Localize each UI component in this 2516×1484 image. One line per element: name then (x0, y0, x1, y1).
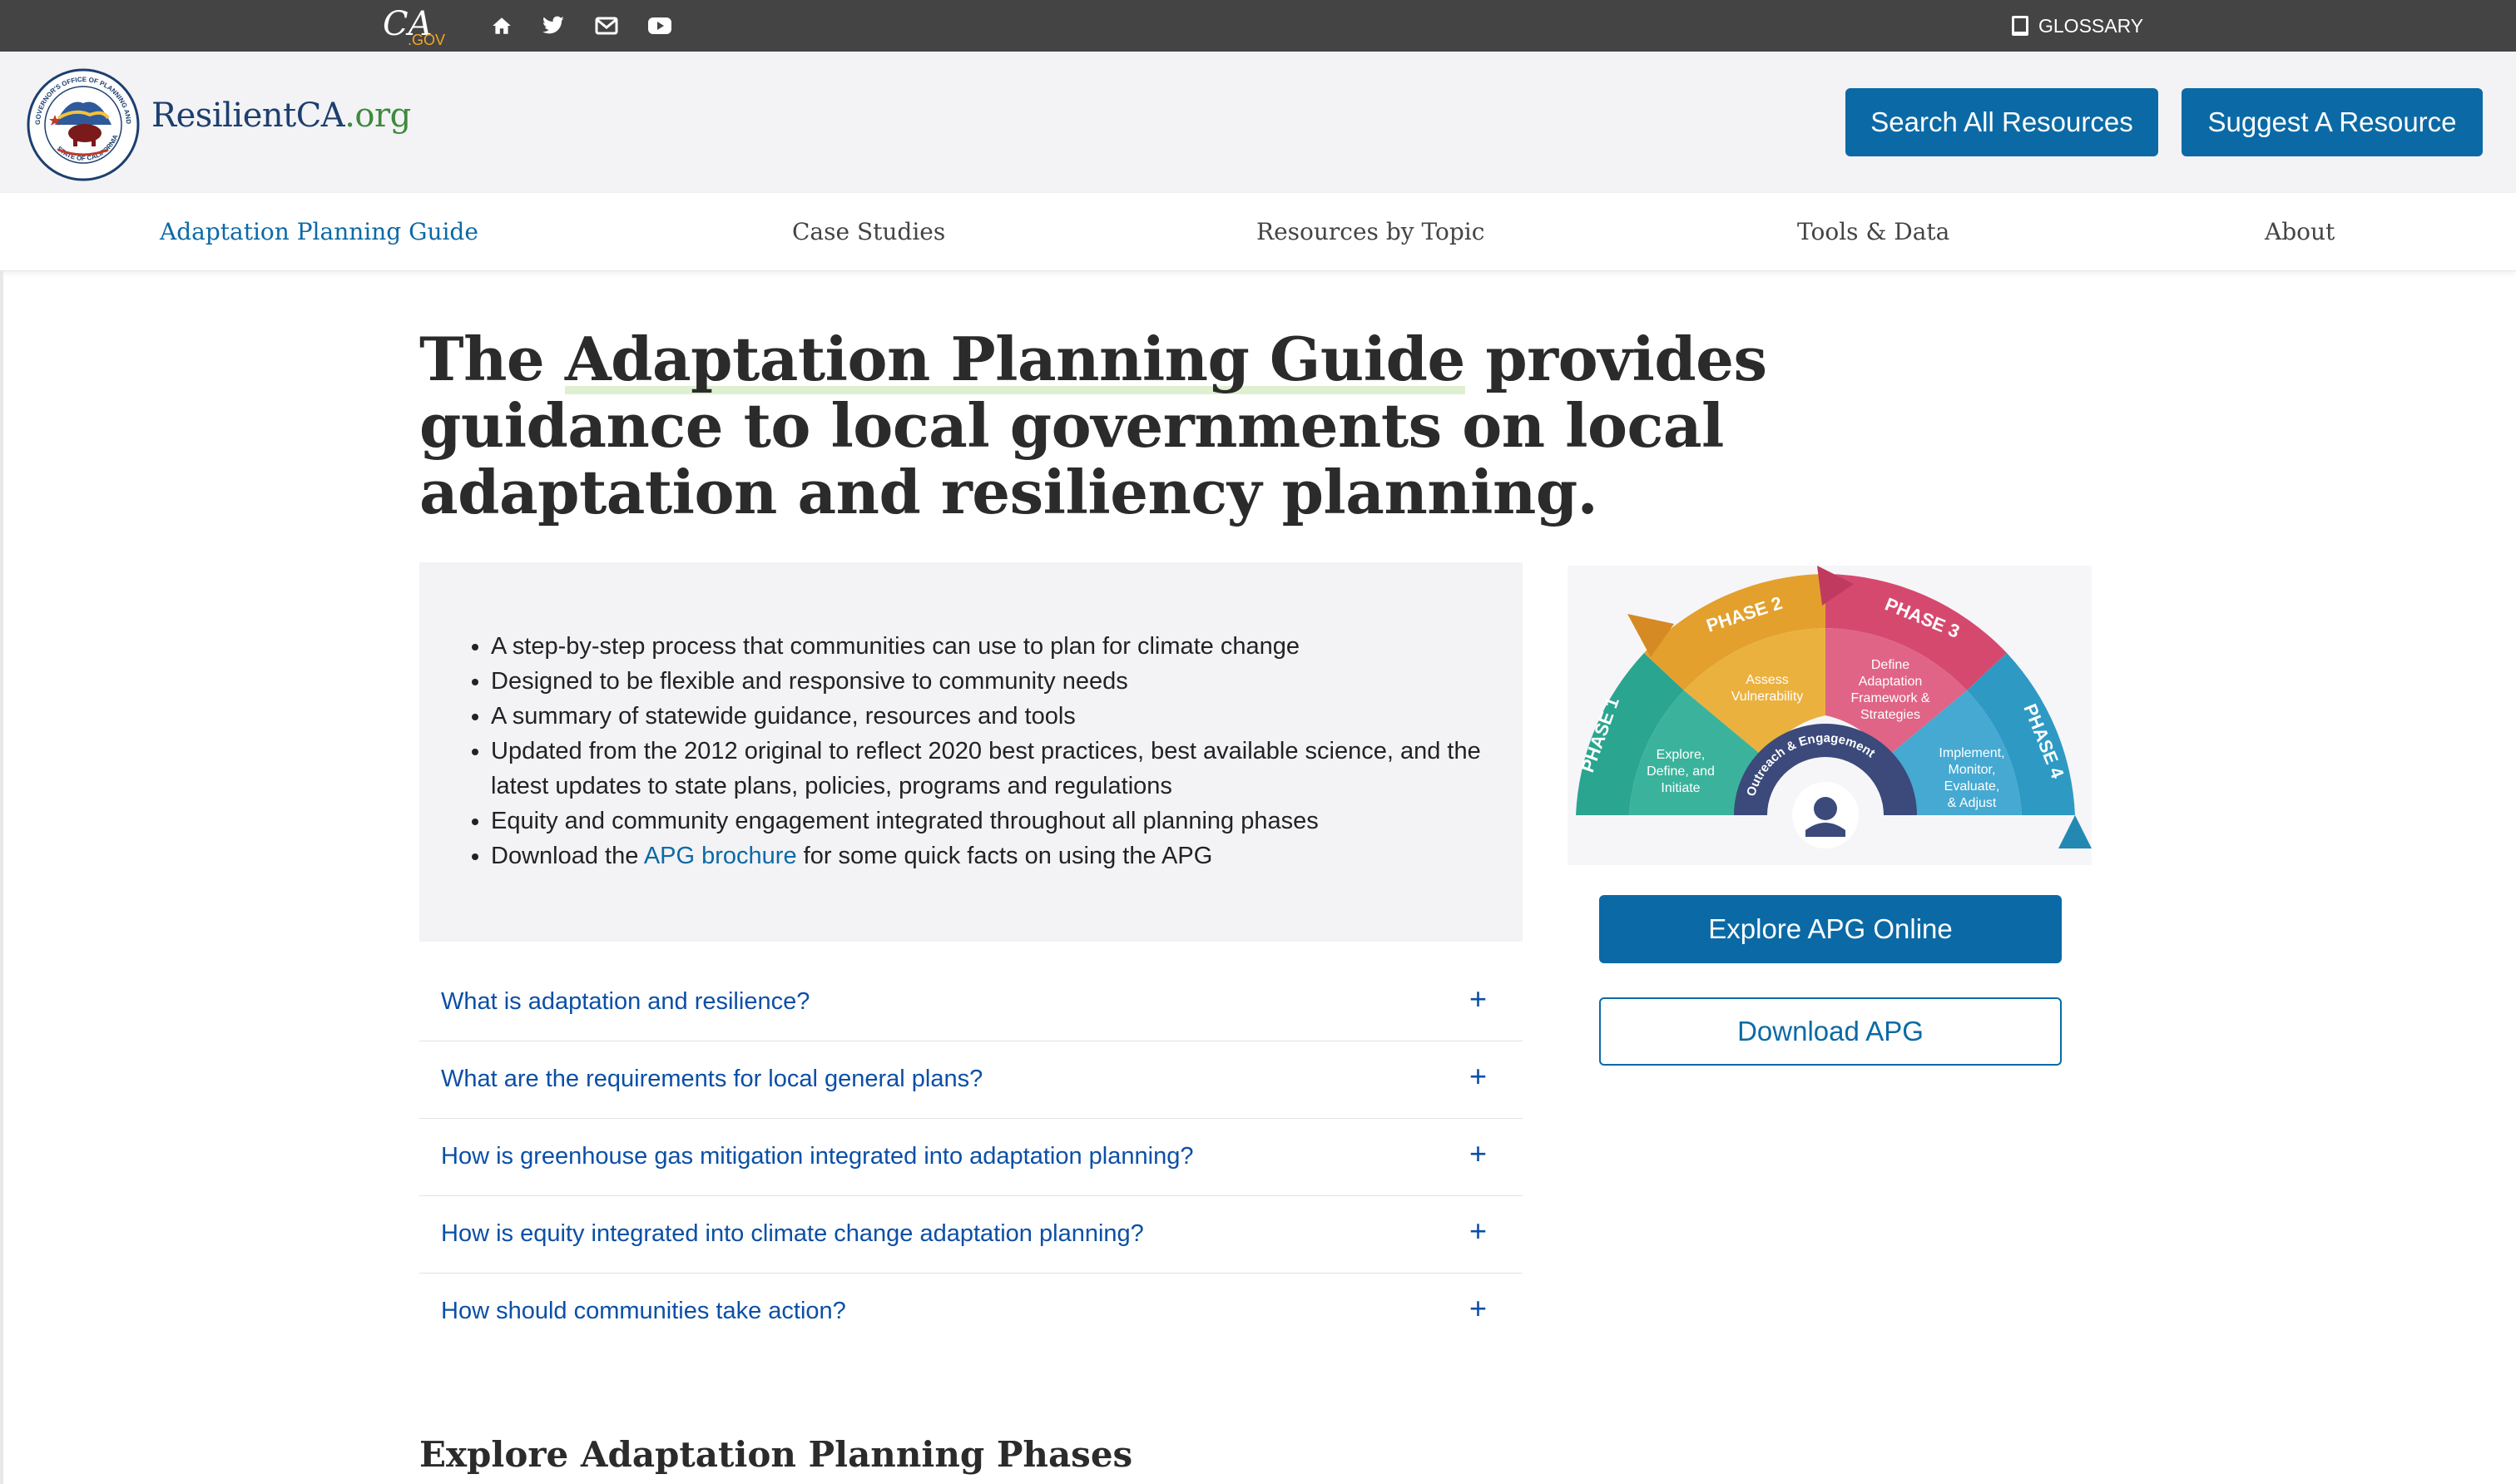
accordion-item[interactable]: What is adaptation and resilience? + (419, 965, 1523, 1041)
utility-bar: CA .GOV GLOSSARY (0, 0, 2516, 52)
svg-text:.GOV: .GOV (408, 32, 445, 48)
phase4-text: Evaluate, (1944, 779, 2000, 794)
suggest-resource-button[interactable]: Suggest A Resource (2182, 88, 2483, 156)
accordion-item[interactable]: How should communities take action? + (419, 1274, 1523, 1351)
nav-adaptation-planning-guide[interactable]: Adaptation Planning Guide (160, 218, 478, 245)
accordion-question[interactable]: How is equity integrated into climate ch… (441, 1220, 1144, 1248)
phase3-text: Strategies (1860, 708, 1920, 722)
nav-about[interactable]: About (2265, 218, 2335, 245)
apg-summary-box: A step-by-step process that communities … (419, 562, 1523, 942)
phase2-text: Assess (1746, 673, 1789, 687)
glossary-label: GLOSSARY (2038, 14, 2144, 37)
phase3-text: Adaptation (1859, 675, 1923, 689)
download-apg-button[interactable]: Download APG (1599, 997, 2062, 1066)
accordion-question[interactable]: What is adaptation and resilience? (441, 988, 810, 1016)
apg-brochure-link[interactable]: APG brochure (644, 843, 797, 869)
title-prefix: The (419, 324, 565, 394)
nav-tools-data[interactable]: Tools & Data (1797, 218, 1949, 245)
search-all-resources-button[interactable]: Search All Resources (1845, 88, 2158, 156)
list-item: A step-by-step process that communities … (491, 629, 1486, 664)
explore-apg-online-button[interactable]: Explore APG Online (1599, 895, 2062, 963)
ca-gov-logo[interactable]: CA .GOV (381, 2, 448, 48)
phase3-text: Framework & (1850, 691, 1929, 705)
phase4-text: & Adjust (1948, 796, 1997, 810)
opr-seal-logo[interactable]: GOVERNOR'S OFFICE OF PLANNING AND RESEAR… (25, 67, 141, 183)
download-prefix: Download the (491, 843, 644, 869)
people-icon (1814, 797, 1837, 820)
expand-plus-icon[interactable]: + (1469, 1214, 1487, 1249)
site-name[interactable]: ResilientCA.org (151, 96, 411, 135)
book-icon (2012, 16, 2028, 36)
home-icon[interactable] (488, 12, 516, 40)
accordion-item[interactable]: What are the requirements for local gene… (419, 1042, 1523, 1119)
site-header: GOVERNOR'S OFFICE OF PLANNING AND RESEAR… (0, 52, 2516, 193)
apg-phases-diagram: PHASE 1 PHASE 2 PHASE 3 PHASE 4 Explore,… (1568, 566, 2092, 865)
expand-plus-icon[interactable]: + (1469, 1059, 1487, 1094)
list-item: Equity and community engagement integrat… (491, 804, 1486, 838)
explore-phases-heading: Explore Adaptation Planning Phases (419, 1434, 1133, 1475)
list-item: Download the APG brochure for some quick… (491, 838, 1486, 873)
phase1-text: Initiate (1661, 781, 1700, 795)
page-title: The Adaptation Planning Guide provides g… (419, 324, 2000, 526)
apg-phases-wheel: PHASE 1 PHASE 2 PHASE 3 PHASE 4 Explore,… (1576, 566, 2092, 848)
site-name-main: ResilientCA (151, 96, 345, 135)
nav-case-studies[interactable]: Case Studies (792, 218, 945, 245)
expand-plus-icon[interactable]: + (1469, 1136, 1487, 1171)
phase1-text: Explore, (1657, 748, 1706, 762)
apg-summary-list: A step-by-step process that communities … (488, 629, 1486, 873)
phase4-arrow (2058, 815, 2092, 848)
phase4-text: Implement, (1939, 746, 2004, 760)
accordion-question[interactable]: How is greenhouse gas mitigation integra… (441, 1143, 1193, 1170)
title-highlight: Adaptation Planning Guide (564, 324, 1465, 394)
accordion-item[interactable]: How is greenhouse gas mitigation integra… (419, 1120, 1523, 1196)
accordion-question[interactable]: What are the requirements for local gene… (441, 1066, 983, 1093)
phase3-text: Define (1871, 658, 1909, 672)
main-nav: Adaptation Planning Guide Case Studies R… (0, 193, 2516, 271)
list-item: Designed to be flexible and responsive t… (491, 664, 1486, 699)
download-suffix: for some quick facts on using the APG (796, 843, 1213, 869)
page-edge (0, 271, 3, 1484)
expand-plus-icon[interactable]: + (1469, 982, 1487, 1017)
site-name-tld: .org (344, 96, 411, 135)
accordion-question[interactable]: How should communities take action? (441, 1298, 846, 1325)
phase2-text: Vulnerability (1731, 690, 1804, 704)
list-item: A summary of statewide guidance, resourc… (491, 699, 1486, 734)
twitter-icon[interactable] (539, 12, 567, 40)
nav-resources-by-topic[interactable]: Resources by Topic (1256, 218, 1484, 245)
mail-icon[interactable] (592, 12, 621, 40)
youtube-icon[interactable] (646, 12, 674, 40)
phase4-text: Monitor, (1949, 763, 1996, 777)
glossary-link[interactable]: GLOSSARY (2010, 12, 2143, 40)
list-item: Updated from the 2012 original to reflec… (491, 734, 1486, 804)
phase1-text: Define, and (1647, 764, 1715, 779)
accordion-item[interactable]: How is equity integrated into climate ch… (419, 1197, 1523, 1274)
expand-plus-icon[interactable]: + (1469, 1291, 1487, 1326)
